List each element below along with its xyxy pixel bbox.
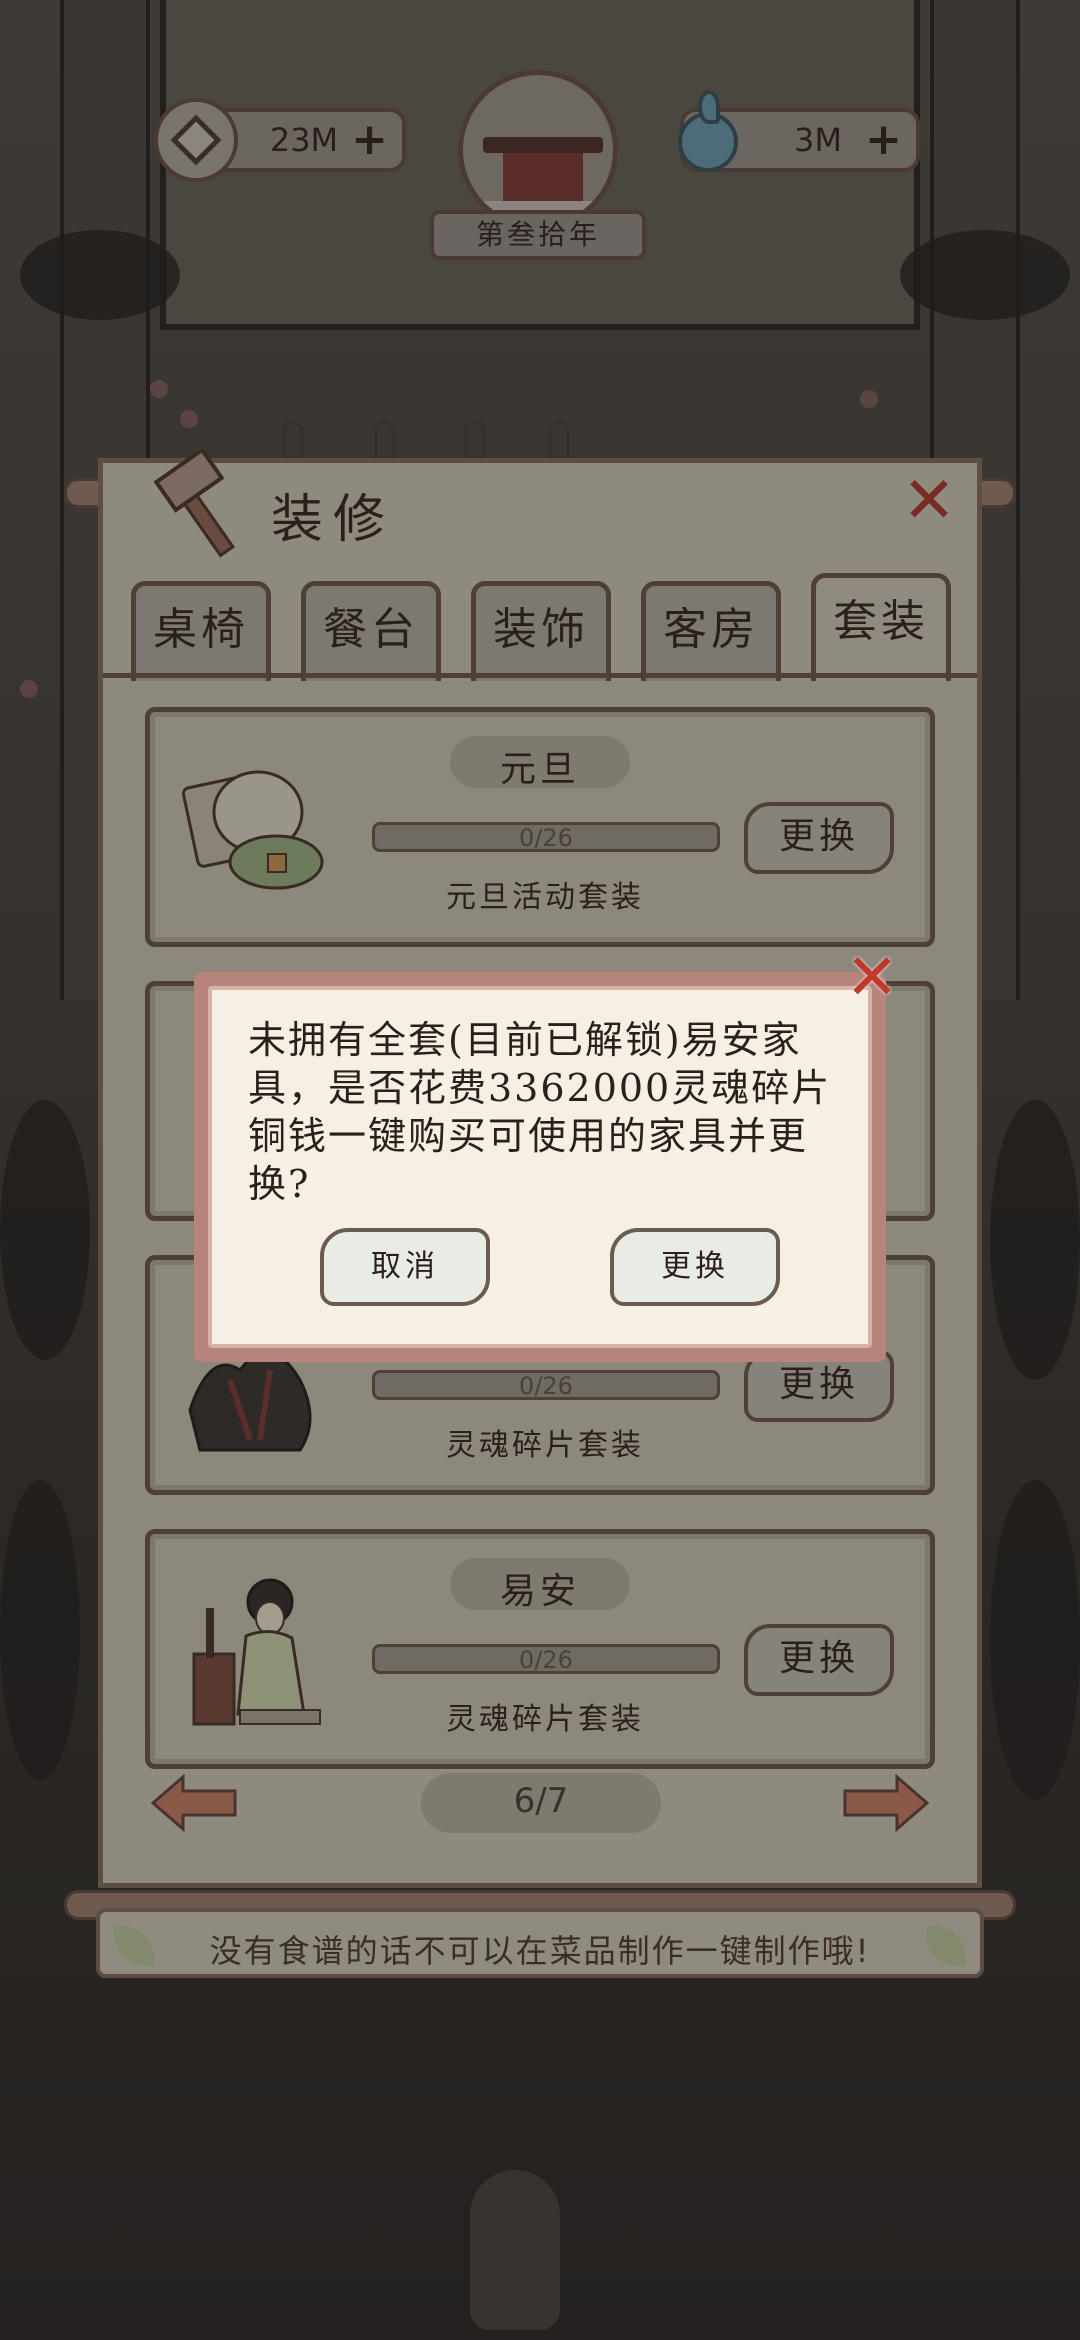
background-character: [470, 2170, 560, 2330]
background-shrub: [0, 1100, 90, 1360]
cancel-button[interactable]: 取消: [320, 1228, 490, 1306]
background-blossom: [20, 680, 38, 698]
soul-amount: 3M: [794, 121, 842, 159]
background-blossom: [150, 380, 168, 398]
panel-close-button[interactable]: ✕: [899, 469, 959, 533]
restaurant-emblem-icon[interactable]: [458, 70, 618, 230]
set-name: 易安: [499, 1571, 580, 1612]
set-progress-bar: 0/26: [372, 822, 720, 852]
panel-header: 装修 ✕: [103, 447, 977, 563]
tab-tables-chairs[interactable]: 桌椅: [131, 581, 271, 681]
scroll-hook: [282, 420, 304, 460]
next-page-arrow-icon[interactable]: [841, 1773, 931, 1833]
set-type: 灵魂碎片套装: [446, 1428, 644, 1463]
background-cloud: [900, 230, 1070, 320]
tip-bar: 没有食谱的话不可以在菜品制作一键制作哦!: [96, 1908, 984, 1978]
scroll-hook: [548, 420, 570, 460]
swap-set-button[interactable]: 更换: [744, 1624, 894, 1696]
coin-add-button[interactable]: +: [351, 118, 388, 162]
tab-counters[interactable]: 餐台: [301, 581, 441, 681]
set-type: 元旦活动套装: [446, 880, 644, 915]
set-type: 灵魂碎片套装: [446, 1702, 644, 1737]
tip-text: 没有食谱的话不可以在菜品制作一键制作哦!: [209, 1932, 871, 1970]
set-name: 元旦: [499, 749, 580, 790]
set-card: 易安 0/26 灵魂碎片套装 更换: [145, 1529, 935, 1769]
tab-guest-rooms[interactable]: 客房: [641, 581, 781, 681]
set-progress-text: 0/26: [519, 824, 573, 852]
tab-sets[interactable]: 套装: [811, 573, 951, 681]
set-progress-bar: 0/26: [372, 1644, 720, 1674]
set-card: 元旦 0/26 元旦活动套装 更换: [145, 707, 935, 947]
purchase-confirm-dialog: 未拥有全套(目前已解锁)易安家具，是否花费3362000灵魂碎片铜钱一键购买可使…: [194, 972, 886, 1362]
hammer-icon: [145, 447, 255, 561]
coin-amount: 23M: [269, 121, 339, 159]
soul-add-button[interactable]: +: [865, 118, 902, 162]
previous-page-arrow-icon[interactable]: [149, 1773, 239, 1833]
background-shrub: [0, 1480, 80, 1780]
background-shrub: [990, 1480, 1080, 1800]
dialog-body: 未拥有全套(目前已解锁)易安家具，是否花费3362000灵魂碎片铜钱一键购买可使…: [208, 986, 872, 1348]
yian-set-thumbnail: [192, 1578, 321, 1726]
background-cloud: [20, 230, 180, 320]
panel-title: 装修: [271, 490, 396, 550]
swap-set-button[interactable]: 更换: [744, 802, 894, 874]
set-progress-text: 0/26: [519, 1372, 573, 1400]
background-blossom: [180, 410, 198, 428]
tab-divider: [103, 673, 977, 678]
background-shrub: [990, 1100, 1080, 1380]
background-blossom: [860, 390, 878, 408]
set-progress-bar: 0/26: [372, 1370, 720, 1400]
pager: 6/7: [103, 1753, 977, 1853]
set-progress-text: 0/26: [519, 1646, 573, 1674]
scroll-hook: [464, 420, 486, 460]
copper-coin-icon: [154, 98, 238, 182]
category-tabs: 桌椅 餐台 装饰 客房 套装: [131, 573, 951, 681]
new-year-set-thumbnail: [181, 770, 324, 890]
scroll-hook: [374, 420, 396, 460]
soul-flame-icon: [668, 90, 748, 186]
year-label: 第叁拾年: [430, 210, 646, 260]
confirm-swap-button[interactable]: 更换: [610, 1228, 780, 1306]
dialog-message: 未拥有全套(目前已解锁)易安家具，是否花费3362000灵魂碎片铜钱一键购买可使…: [248, 1018, 832, 1206]
tab-decorations[interactable]: 装饰: [471, 581, 611, 681]
dialog-close-button[interactable]: ✕: [840, 946, 904, 1014]
page-indicator: 6/7: [513, 1781, 569, 1821]
